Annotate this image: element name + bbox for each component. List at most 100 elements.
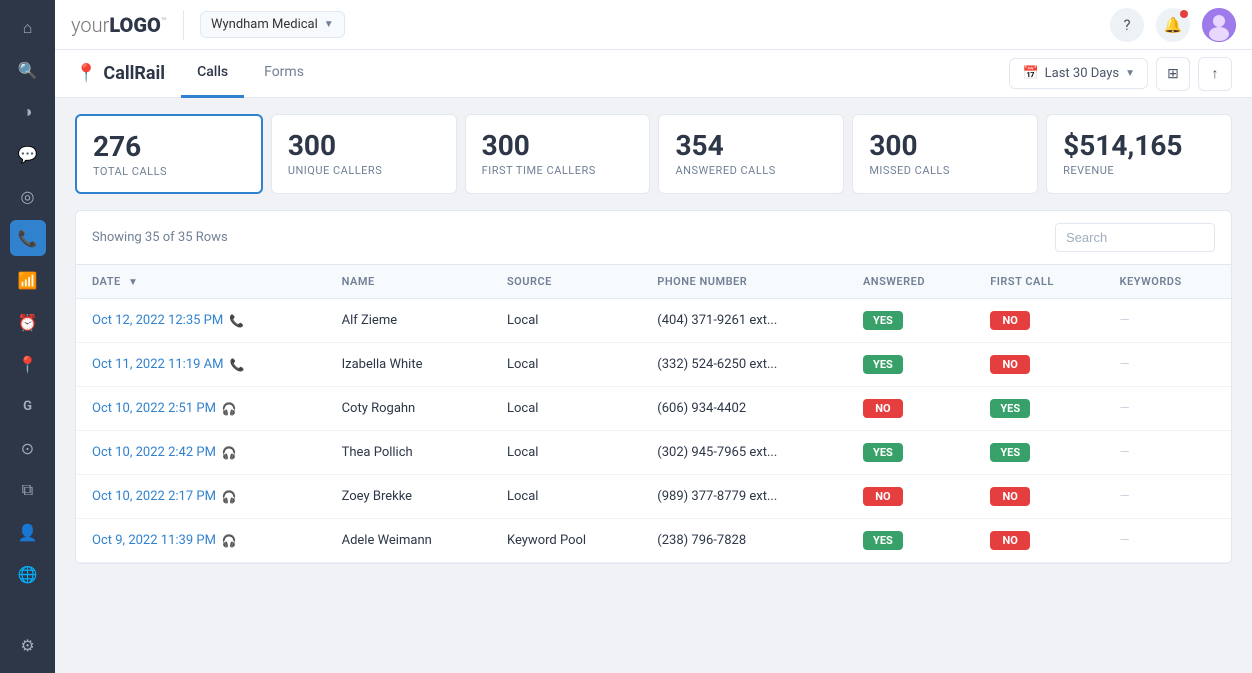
keywords-value: — <box>1120 489 1130 504</box>
cell-answered: YES <box>847 299 974 343</box>
stat-number-2: 300 <box>482 129 634 162</box>
sidebar-item-layers[interactable]: ⧉ <box>10 472 46 508</box>
calendar-icon: 📅 <box>1022 66 1038 81</box>
stat-label-5: Revenue <box>1063 164 1215 177</box>
headset-icon: 🎧 <box>222 446 237 460</box>
sidebar-item-users[interactable]: 👤 <box>10 514 46 550</box>
cell-source: Keyword Pool <box>491 519 641 563</box>
sidebar-item-chart[interactable]: ◑ <box>10 94 46 130</box>
table-area: Showing 35 of 35 Rows DATE ▼ NAME S <box>55 210 1252 673</box>
sub-nav: 📍 CallRail Calls Forms 📅 Last 30 Days ▼ <box>55 50 1252 98</box>
sidebar: ⌂ 🔍 ◑ 💬 ◎ 📞 📶 ⏰ 📍 G ⊙ ⧉ 👤 🌐 ⚙ <box>0 0 55 673</box>
cell-phone: (989) 377-8779 ext... <box>641 475 847 519</box>
col-first-call: FIRST CALL <box>974 265 1103 299</box>
chevron-down-icon: ▼ <box>1125 68 1135 79</box>
sidebar-item-circle[interactable]: ⊙ <box>10 430 46 466</box>
cell-date[interactable]: Oct 9, 2022 11:39 PM 🎧 <box>76 519 326 563</box>
headset-icon: 🎧 <box>222 534 237 548</box>
answered-badge: NO <box>863 399 903 418</box>
table-row[interactable]: Oct 10, 2022 2:51 PM 🎧 Coty Rogahn Local… <box>76 387 1231 431</box>
sidebar-item-phone[interactable]: 📞 <box>10 220 46 256</box>
date-link[interactable]: Oct 10, 2022 2:17 PM <box>92 489 216 504</box>
date-link[interactable]: Oct 12, 2022 12:35 PM <box>92 313 223 328</box>
search-input[interactable] <box>1055 223 1215 252</box>
stat-card-3[interactable]: 354 Answered Calls <box>658 114 844 194</box>
cell-first-call: YES <box>974 387 1103 431</box>
cell-first-call: YES <box>974 431 1103 475</box>
cell-date[interactable]: Oct 10, 2022 2:51 PM 🎧 <box>76 387 326 431</box>
table-row[interactable]: Oct 12, 2022 12:35 PM 📞 Alf Zieme Local … <box>76 299 1231 343</box>
table-row[interactable]: Oct 9, 2022 11:39 PM 🎧 Adele Weimann Key… <box>76 519 1231 563</box>
cell-date[interactable]: Oct 10, 2022 2:42 PM 🎧 <box>76 431 326 475</box>
date-link[interactable]: Oct 9, 2022 11:39 PM <box>92 533 216 548</box>
date-link[interactable]: Oct 10, 2022 2:42 PM <box>92 445 216 460</box>
answered-badge: YES <box>863 311 903 330</box>
sidebar-item-message[interactable]: 💬 <box>10 136 46 172</box>
cell-date[interactable]: Oct 12, 2022 12:35 PM 📞 <box>76 299 326 343</box>
answered-badge: YES <box>863 355 903 374</box>
cell-source: Local <box>491 387 641 431</box>
sidebar-item-signal[interactable]: 📶 <box>10 262 46 298</box>
sidebar-item-g[interactable]: G <box>10 388 46 424</box>
date-link[interactable]: Oct 10, 2022 2:51 PM <box>92 401 216 416</box>
col-answered: ANSWERED <box>847 265 974 299</box>
cell-date[interactable]: Oct 11, 2022 11:19 AM 📞 <box>76 343 326 387</box>
avatar-image <box>1202 8 1236 42</box>
keywords-value: — <box>1120 357 1130 372</box>
sidebar-item-pin[interactable]: 📍 <box>10 346 46 382</box>
stat-number-1: 300 <box>288 129 440 162</box>
tab-forms[interactable]: Forms <box>248 50 320 98</box>
cell-name: Coty Rogahn <box>326 387 491 431</box>
col-name: NAME <box>326 265 491 299</box>
sidebar-item-tag[interactable]: ◎ <box>10 178 46 214</box>
cell-source: Local <box>491 343 641 387</box>
table-row[interactable]: Oct 10, 2022 2:17 PM 🎧 Zoey Brekke Local… <box>76 475 1231 519</box>
cell-first-call: NO <box>974 299 1103 343</box>
brand: 📍 CallRail <box>75 63 165 84</box>
sidebar-item-search[interactable]: 🔍 <box>10 52 46 88</box>
topbar-divider <box>183 10 184 40</box>
avatar[interactable] <box>1202 8 1236 42</box>
sidebar-item-clock[interactable]: ⏰ <box>10 304 46 340</box>
cell-keywords: — <box>1104 387 1231 431</box>
table-row[interactable]: Oct 10, 2022 2:42 PM 🎧 Thea Pollich Loca… <box>76 431 1231 475</box>
tab-calls[interactable]: Calls <box>181 50 244 98</box>
stat-card-1[interactable]: 300 Unique Callers <box>271 114 457 194</box>
first-call-badge: YES <box>990 443 1030 462</box>
sidebar-item-settings[interactable]: ⚙ <box>10 627 46 663</box>
share-button[interactable]: ↑ <box>1198 57 1232 91</box>
filter-icon: ⊞ <box>1167 66 1179 82</box>
stat-number-3: 354 <box>675 129 827 162</box>
cell-keywords: — <box>1104 343 1231 387</box>
cell-phone: (332) 524-6250 ext... <box>641 343 847 387</box>
sidebar-item-globe[interactable]: 🌐 <box>10 556 46 592</box>
org-selector[interactable]: Wyndham Medical ▼ <box>200 11 345 38</box>
date-link[interactable]: Oct 11, 2022 11:19 AM <box>92 357 224 372</box>
first-call-badge: NO <box>990 531 1030 550</box>
sidebar-item-home[interactable]: ⌂ <box>10 10 46 46</box>
first-call-badge: YES <box>990 399 1030 418</box>
pin-icon: 📍 <box>75 63 97 84</box>
stat-card-0[interactable]: 276 Total Calls <box>75 114 263 194</box>
sub-nav-actions: 📅 Last 30 Days ▼ ⊞ ↑ <box>1009 57 1232 91</box>
table-row[interactable]: Oct 11, 2022 11:19 AM 📞 Izabella White L… <box>76 343 1231 387</box>
col-date[interactable]: DATE ▼ <box>76 265 326 299</box>
stats-row: 276 Total Calls 300 Unique Callers 300 F… <box>55 98 1252 210</box>
help-button[interactable]: ? <box>1110 8 1144 42</box>
logo-text: yourLOGO™ <box>71 13 167 37</box>
org-name: Wyndham Medical <box>211 17 318 32</box>
question-icon: ? <box>1123 16 1130 34</box>
headset-icon: 🎧 <box>222 402 237 416</box>
stat-card-4[interactable]: 300 Missed Calls <box>852 114 1038 194</box>
stat-card-2[interactable]: 300 First Time Callers <box>465 114 651 194</box>
stat-card-5[interactable]: $514,165 Revenue <box>1046 114 1232 194</box>
answered-badge: YES <box>863 443 903 462</box>
topbar: yourLOGO™ Wyndham Medical ▼ ? 🔔 <box>55 0 1252 50</box>
stat-label-4: Missed Calls <box>869 164 1021 177</box>
cell-date[interactable]: Oct 10, 2022 2:17 PM 🎧 <box>76 475 326 519</box>
filter-button[interactable]: ⊞ <box>1156 57 1190 91</box>
notifications-button[interactable]: 🔔 <box>1156 8 1190 42</box>
answered-badge: YES <box>863 531 903 550</box>
stat-number-0: 276 <box>93 130 245 163</box>
date-filter-button[interactable]: 📅 Last 30 Days ▼ <box>1009 58 1148 89</box>
